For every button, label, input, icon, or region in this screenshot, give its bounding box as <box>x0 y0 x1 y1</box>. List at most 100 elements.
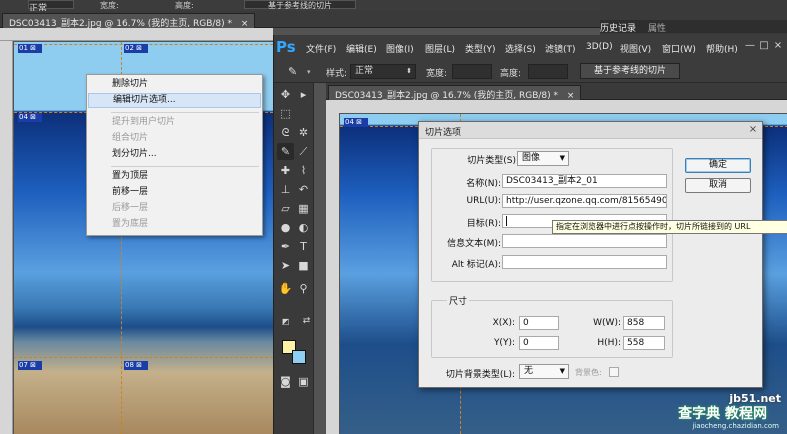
menu-item-promote-slice[interactable]: 提升到用户切片 <box>88 115 261 130</box>
dodge-tool-icon[interactable]: ◐ <box>295 219 312 236</box>
slice-bg-type-select[interactable]: 无 ▼ <box>519 364 569 379</box>
front-vertical-ruler <box>326 113 339 434</box>
height-field[interactable] <box>528 64 568 79</box>
slices-from-guides-button[interactable]: 基于参考线的切片 <box>580 63 680 79</box>
minimize-icon[interactable]: — <box>744 40 756 52</box>
tab-properties[interactable]: 属性 <box>648 21 666 34</box>
height-dim-field[interactable]: 558 <box>623 336 665 350</box>
menu-layer[interactable]: 图层(L) <box>425 42 455 55</box>
maximize-icon[interactable]: □ <box>758 40 770 52</box>
slice-type-label: 切片类型(S): <box>467 156 519 166</box>
style-select-value: 正常 <box>355 66 374 76</box>
move-tool-icon[interactable]: ✥ <box>277 86 294 103</box>
back-document-tab[interactable]: DSC03413_副本2.jpg @ 16.7% (我的主页, RGB/8) *… <box>2 13 256 29</box>
menu-item-delete-slice[interactable]: 删除切片 <box>88 77 261 92</box>
slice-badge[interactable]: 07 ⊠ <box>18 361 42 370</box>
clone-stamp-tool-icon[interactable]: ⊥ <box>277 181 294 198</box>
healing-brush-tool-icon[interactable]: ✚ <box>277 162 294 179</box>
menu-item-divide-slice[interactable]: 划分切片... <box>88 147 261 162</box>
x-field[interactable]: 0 <box>519 316 559 330</box>
slice-tool-preset-icon[interactable]: ✎ <box>288 65 304 78</box>
close-window-icon[interactable]: × <box>772 40 784 52</box>
slice-badge[interactable]: 04 ⊠ <box>18 113 42 122</box>
gradient-tool-icon[interactable]: ▦ <box>295 200 312 217</box>
menu-select[interactable]: 选择(S) <box>505 42 536 55</box>
text-cursor <box>506 216 507 226</box>
screen-mode-icon[interactable]: ▣ <box>295 373 312 390</box>
options-bar: ✎ ▾ 样式: 正常 ⬍ 宽度: 高度: 基于参考线的切片 <box>274 60 787 83</box>
slice-badge[interactable]: 01 ⊠ <box>18 44 42 53</box>
menu-item-send-to-back[interactable]: 置为底层 <box>88 217 261 232</box>
background-color-swatch[interactable] <box>292 350 306 364</box>
back-horizontal-ruler <box>0 28 273 41</box>
width-label: 宽度: <box>426 69 448 79</box>
quick-mask-icon[interactable]: ◙ <box>277 373 294 390</box>
tab-history[interactable]: 历史记录 <box>600 21 636 34</box>
slice-badge[interactable]: 02 ⊠ <box>124 44 148 53</box>
bg-color-swatch[interactable] <box>609 367 619 377</box>
width-dim-label: W(W): <box>593 318 621 328</box>
slice-bg-type-value: 无 <box>524 366 534 376</box>
photoshop-logo: Ps <box>276 38 296 56</box>
zoom-tool-icon[interactable]: ⚲ <box>295 280 312 297</box>
menu-filter[interactable]: 滤镜(T) <box>545 42 576 55</box>
url-tooltip: 指定在浏览器中进行点按操作时，切片所链接到的 URL <box>552 220 787 234</box>
watermark-url: jiaocheng.chazidian.com <box>692 422 779 430</box>
marquee-tool-icon[interactable]: ⬚ <box>277 105 294 122</box>
style-select[interactable]: 正常 ⬍ <box>350 64 416 79</box>
menu-3d[interactable]: 3D(D) <box>586 42 613 52</box>
menu-view[interactable]: 视图(V) <box>620 42 651 55</box>
menu-help[interactable]: 帮助(H) <box>706 42 738 55</box>
hand-tool-icon[interactable]: ✋ <box>277 280 294 297</box>
menu-window[interactable]: 窗口(W) <box>662 42 696 55</box>
eyedropper-tool-icon[interactable]: ⟋ <box>295 143 312 160</box>
preset-caret-icon[interactable]: ▾ <box>307 68 311 76</box>
menu-item-bring-forward[interactable]: 前移一层 <box>88 185 261 200</box>
width-dim-field[interactable]: 858 <box>623 316 665 330</box>
menu-item-combine-slices[interactable]: 组合切片 <box>88 131 261 146</box>
slice-type-select[interactable]: 图像 ▼ <box>517 151 569 166</box>
menu-item-edit-slice-options[interactable]: 编辑切片选项... <box>88 93 261 108</box>
slice-tool-icon[interactable]: ✎ <box>277 143 294 160</box>
magic-wand-tool-icon[interactable]: ✲ <box>295 124 312 141</box>
artboard-tool-icon[interactable]: ▸ <box>295 86 312 103</box>
slice-badge[interactable]: 04 ⊠ <box>344 118 368 127</box>
ok-button[interactable]: 确定 <box>685 158 751 173</box>
path-selection-tool-icon[interactable]: ➤ <box>277 257 294 274</box>
default-colors-icon[interactable]: ◩ <box>277 313 294 330</box>
shape-tool-icon[interactable]: ■ <box>295 257 312 274</box>
y-field[interactable]: 0 <box>519 336 559 350</box>
type-tool-icon[interactable]: T <box>295 238 312 255</box>
eraser-tool-icon[interactable]: ▱ <box>277 200 294 217</box>
front-document-tab[interactable]: DSC03413_副本2.jpg @ 16.7% (我的主页, RGB/8) *… <box>328 85 582 101</box>
back-height-label: 高度: <box>175 1 194 10</box>
swap-colors-icon[interactable]: ⇄ <box>298 313 315 330</box>
chevron-down-icon: ▼ <box>559 367 565 375</box>
back-style-select[interactable]: 正常 <box>28 0 74 14</box>
message-text-field[interactable] <box>502 234 667 248</box>
url-field[interactable]: http://user.qzone.qq.com/81565490 <box>502 194 667 208</box>
history-brush-tool-icon[interactable]: ↶ <box>295 181 312 198</box>
back-width-label: 宽度: <box>100 1 119 10</box>
pen-tool-icon[interactable]: ✒ <box>277 238 294 255</box>
slice-badge[interactable]: 08 ⊠ <box>124 361 148 370</box>
menu-edit[interactable]: 编辑(E) <box>346 42 377 55</box>
name-field[interactable]: DSC03413_副本2_01 <box>502 174 667 188</box>
blur-tool-icon[interactable]: ● <box>277 219 294 236</box>
alt-tag-field[interactable] <box>502 255 667 269</box>
menu-type[interactable]: 类型(Y) <box>465 42 496 55</box>
menu-item-send-backward[interactable]: 后移一层 <box>88 201 261 216</box>
menu-image[interactable]: 图像(I) <box>386 42 414 55</box>
lasso-tool-icon[interactable]: ᘓ <box>277 124 294 141</box>
chevron-down-icon: ▼ <box>559 154 565 162</box>
menu-item-bring-to-front[interactable]: 置为顶层 <box>88 169 261 184</box>
width-field[interactable] <box>452 64 492 79</box>
cancel-button[interactable]: 取消 <box>685 178 751 193</box>
back-guides-button[interactable]: 基于参考线的切片 <box>244 0 356 10</box>
y-label: Y(Y): <box>493 338 515 348</box>
back-options-bar: 正常 宽度: 高度: 基于参考线的切片 <box>0 0 600 14</box>
height-dim-label: H(H): <box>597 338 621 348</box>
dialog-close-icon[interactable]: × <box>747 124 759 136</box>
menu-file[interactable]: 文件(F) <box>306 42 336 55</box>
brush-tool-icon[interactable]: ⌇ <box>295 162 312 179</box>
